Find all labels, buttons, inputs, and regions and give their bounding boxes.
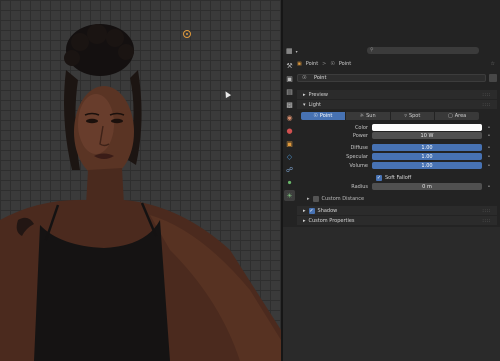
prop-volume: Volume 1.00 • — [301, 162, 497, 169]
keyframe-dot-icon[interactable]: • — [486, 163, 492, 169]
shadow-checkbox[interactable]: ✓ — [308, 207, 315, 214]
chevron-right-icon: ▸ — [307, 196, 310, 202]
prop-power: Power 10 W • — [301, 132, 497, 139]
power-field[interactable]: 10 W — [372, 132, 482, 139]
prop-diffuse: Diffuse 1.00 • — [301, 144, 497, 151]
chevron-right-icon: ▸ — [303, 207, 306, 214]
light-datablock-selector: ☉ Point — [297, 73, 497, 82]
chevron-down-icon[interactable]: ▾ — [296, 49, 298, 54]
keyframe-dot-icon[interactable]: • — [486, 184, 492, 190]
light-type-spot[interactable]: ▿ Spot — [390, 112, 435, 120]
keyframe-dot-icon[interactable]: • — [486, 133, 492, 139]
drag-handle-icon[interactable]: :::: — [482, 102, 491, 108]
scene-tab-icon[interactable]: ◉ — [284, 112, 295, 123]
light-object-gizmo[interactable] — [183, 30, 191, 38]
properties-tabs: ⚒ ▣ ▤ ▩ ◉ ● ▣ ◇ ☍ ⚫ ☀ — [283, 60, 296, 240]
panel-custom-properties[interactable]: ▸ Custom Properties :::: — [297, 216, 497, 225]
specular-label: Specular — [346, 153, 368, 160]
color-label: Color — [354, 124, 368, 131]
fake-user-button[interactable] — [489, 73, 497, 82]
panel-preview-title: Preview — [308, 91, 328, 98]
panel-light[interactable]: ▾ Light :::: — [297, 100, 497, 109]
light-type-label: Sun — [366, 113, 376, 119]
chevron-right-icon: ▸ — [303, 91, 306, 98]
diffuse-slider[interactable]: 1.00 — [372, 144, 482, 151]
3d-viewport[interactable] — [0, 0, 281, 361]
object-icon: ▣ — [297, 60, 302, 67]
panel-shadow[interactable]: ▸ ✓ Shadow :::: — [297, 206, 497, 215]
drag-handle-icon[interactable]: :::: — [482, 92, 491, 98]
drag-handle-icon[interactable]: :::: — [482, 218, 491, 224]
light-type-label: Spot — [408, 113, 421, 119]
panel-preview[interactable]: ▸ Preview :::: — [297, 90, 497, 99]
object-tab-icon[interactable]: ▣ — [284, 138, 295, 149]
radius-label: Radius — [351, 183, 368, 190]
light-type-sun[interactable]: ☼ Sun — [345, 112, 390, 120]
panel-light-title: Light — [308, 101, 321, 108]
keyframe-dot-icon[interactable]: • — [486, 125, 492, 131]
light-data-icon: ☉ — [302, 74, 307, 81]
subpanel-custom-distance[interactable]: ▸ Custom Distance — [301, 195, 497, 203]
search-input[interactable]: ⚲ — [367, 47, 479, 54]
power-label: Power — [352, 132, 368, 139]
panel-shadow-title: Shadow — [317, 207, 338, 214]
drag-handle-icon[interactable]: :::: — [482, 208, 491, 214]
view-layer-tab-icon[interactable]: ▩ — [284, 99, 295, 110]
pin-icon[interactable]: ☆ — [491, 61, 495, 67]
spot-light-icon: ▿ — [404, 113, 407, 119]
diffuse-label: Diffuse — [350, 144, 368, 151]
keyframe-dot-icon[interactable]: • — [486, 154, 492, 160]
keyframe-dot-icon[interactable]: • — [486, 145, 492, 151]
prop-color: Color • — [301, 124, 497, 131]
render-tab-icon[interactable]: ▣ — [284, 73, 295, 84]
point-light-icon: ☉ — [313, 113, 318, 119]
chevron-right-icon: ▸ — [303, 217, 306, 224]
light-data-tab-icon[interactable]: ☀ — [284, 190, 295, 201]
datablock-name: Point — [314, 74, 327, 81]
breadcrumb-data: Point — [338, 60, 352, 67]
radius-field[interactable]: 0 m — [372, 183, 482, 190]
light-type-label: Point — [319, 113, 333, 119]
color-swatch[interactable] — [372, 124, 482, 131]
custom-distance-label: Custom Distance — [321, 196, 365, 202]
specular-slider[interactable]: 1.00 — [372, 153, 482, 160]
empty-panel-area — [283, 227, 500, 361]
light-icon: ☉ — [330, 60, 335, 67]
object-data-tab-icon[interactable]: ⚫ — [284, 177, 295, 188]
light-type-label: Area — [454, 113, 467, 119]
light-type-selector: ☉ Point ☼ Sun ▿ Spot ▢ Area — [301, 112, 479, 120]
light-type-point[interactable]: ☉ Point — [301, 112, 345, 120]
soft-falloff-checkbox[interactable]: ✓ — [376, 174, 382, 181]
sun-light-icon: ☼ — [359, 113, 365, 119]
soft-falloff-toggle[interactable]: ✓ Soft Falloff — [376, 174, 496, 181]
volume-label: Volume — [349, 162, 368, 169]
tool-tab-icon[interactable]: ⚒ — [284, 60, 295, 71]
output-tab-icon[interactable]: ▤ — [284, 86, 295, 97]
world-tab-icon[interactable]: ● — [284, 125, 295, 136]
datablock-name-field[interactable]: ☉ Point — [297, 73, 486, 82]
constraints-tab-icon[interactable]: ☍ — [284, 164, 295, 175]
character-figure — [0, 24, 281, 361]
prop-radius: Radius 0 m • — [301, 183, 497, 190]
search-icon: ⚲ — [370, 47, 374, 53]
breadcrumb-object: Point — [305, 60, 319, 67]
area-light-icon: ▢ — [448, 113, 453, 119]
properties-editor-icon[interactable]: ▦ — [286, 47, 293, 55]
soft-falloff-label: Soft Falloff — [385, 174, 412, 181]
breadcrumb: ▣ Point > ☉ Point — [297, 59, 351, 68]
volume-slider[interactable]: 1.00 — [372, 162, 482, 169]
light-type-area[interactable]: ▢ Area — [435, 112, 479, 120]
panel-custom-properties-title: Custom Properties — [308, 217, 355, 224]
prop-specular: Specular 1.00 • — [301, 153, 497, 160]
chevron-down-icon: ▾ — [303, 101, 306, 108]
breadcrumb-separator: > — [322, 60, 327, 67]
physics-tab-icon[interactable]: ◇ — [284, 151, 295, 162]
custom-distance-checkbox[interactable] — [312, 196, 319, 202]
